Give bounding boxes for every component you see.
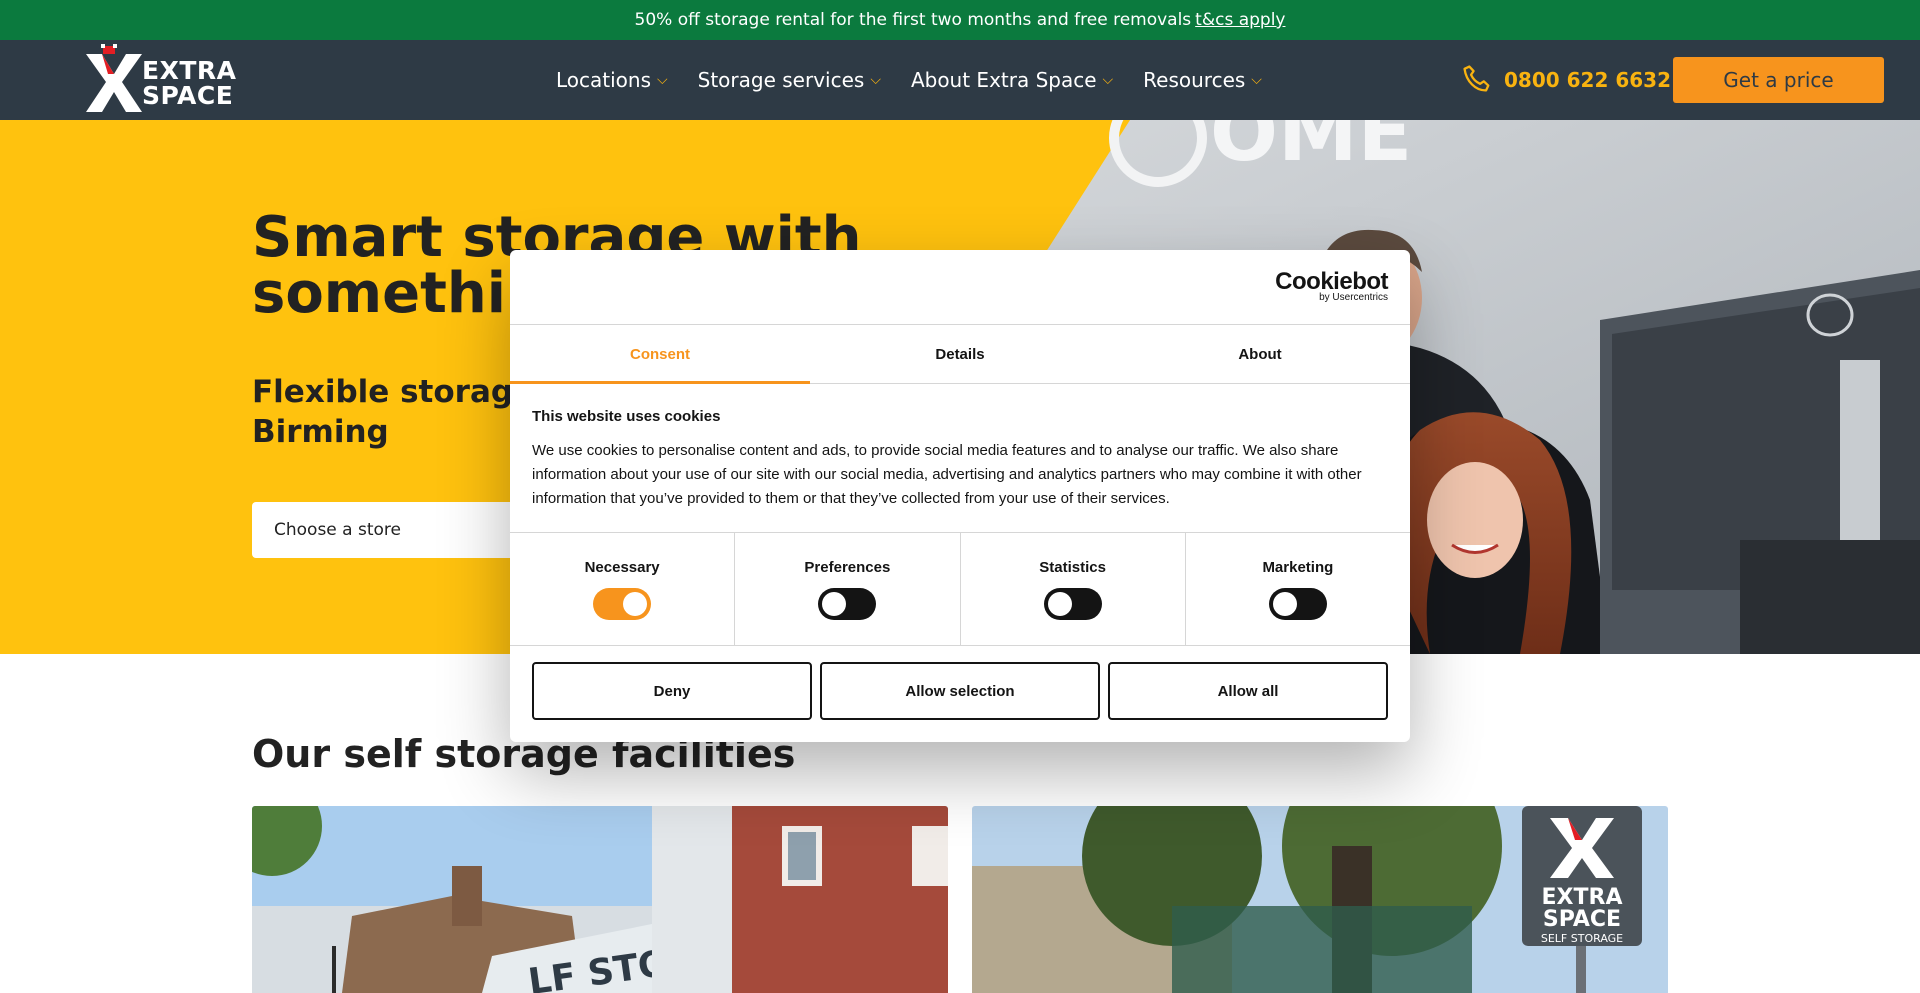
necessary-switch[interactable] <box>593 588 652 620</box>
allow-selection-button[interactable]: Allow selection <box>820 662 1100 720</box>
consent-body: This website uses cookies We use cookies… <box>510 384 1410 533</box>
cookiebot-logo: Cookiebot by Usercentrics <box>1275 268 1388 304</box>
statistics-switch[interactable] <box>1043 588 1102 620</box>
toggle-preferences: Preferences <box>735 533 961 645</box>
toggle-marketing: Marketing <box>1186 533 1410 645</box>
tab-details[interactable]: Details <box>810 325 1110 383</box>
marketing-switch[interactable] <box>1268 588 1327 620</box>
consent-text: We use cookies to personalise content an… <box>532 442 1362 507</box>
consent-tabs: Consent Details About <box>510 325 1410 384</box>
consent-actions: Deny Allow selection Allow all <box>510 646 1410 736</box>
toggle-statistics: Statistics <box>961 533 1186 645</box>
allow-all-button[interactable]: Allow all <box>1108 662 1388 720</box>
tab-consent[interactable]: Consent <box>510 325 810 384</box>
consent-toggles: Necessary Preferences Statistics Marketi… <box>510 533 1410 646</box>
preferences-switch[interactable] <box>818 588 877 620</box>
consent-heading: This website uses cookies <box>532 408 721 425</box>
dialog-header: Cookiebot by Usercentrics <box>510 250 1410 325</box>
toggle-necessary: Necessary <box>510 533 736 645</box>
deny-button[interactable]: Deny <box>532 662 812 720</box>
cookie-consent-dialog: Cookiebot by Usercentrics Consent Detail… <box>510 250 1410 742</box>
tab-about[interactable]: About <box>1110 325 1410 383</box>
